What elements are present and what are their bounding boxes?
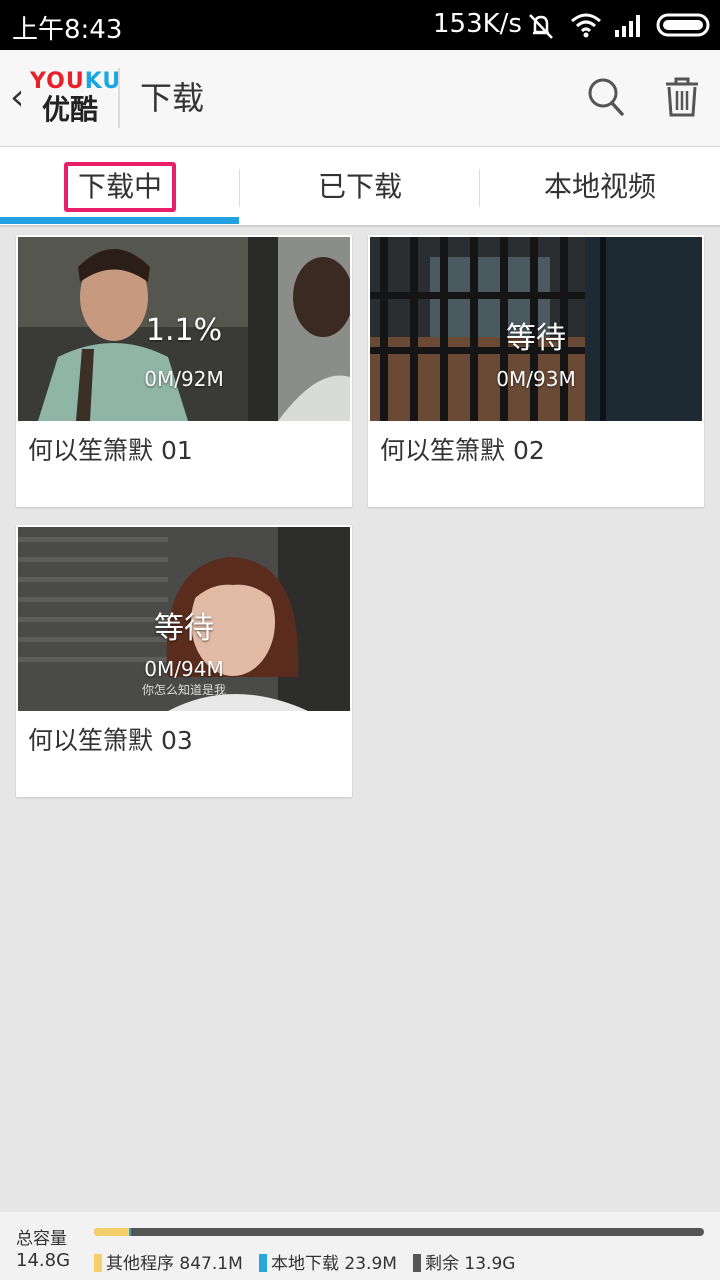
wifi-icon xyxy=(570,12,602,42)
video-card[interactable]: 1.1% 0M/92M 何以笙箫默 01 xyxy=(16,235,352,507)
storage-bar xyxy=(94,1228,704,1236)
signal-icon xyxy=(614,12,642,42)
download-status: 等待 xyxy=(154,611,214,646)
legend-swatch xyxy=(259,1254,267,1272)
legend-other: 其他程序 847.1M xyxy=(94,1249,243,1274)
back-icon[interactable]: ‹ xyxy=(10,80,24,116)
network-speed: 153K/s xyxy=(433,9,522,39)
legend-local: 本地下载 23.9M xyxy=(259,1249,397,1274)
tab-local-video[interactable]: 本地视频 xyxy=(480,147,720,225)
mute-vibrate-icon xyxy=(526,12,556,44)
legend-other-text: 其他程序 847.1M xyxy=(106,1254,243,1274)
video-title: 何以笙箫默 03 xyxy=(28,726,193,755)
legend-free: 剩余 13.9G xyxy=(413,1249,515,1274)
tab-downloaded[interactable]: 已下载 xyxy=(240,147,480,225)
tab-label: 本地视频 xyxy=(543,170,656,203)
logo-cn-text: 优酷 xyxy=(42,93,99,126)
download-size: 0M/93M xyxy=(496,367,576,391)
status-bar: 上午8:43 153K/s xyxy=(0,0,720,50)
video-subtitle: 你怎么知道是我 xyxy=(141,683,226,697)
storage-bar-local xyxy=(129,1228,131,1236)
download-status: 1.1% xyxy=(145,313,223,348)
video-card[interactable]: 等待 0M/94M 你怎么知道是我 何以笙箫默 03 xyxy=(16,525,352,797)
status-time: 上午8:43 xyxy=(12,15,123,45)
app-header: ‹ YOUKU 优酷 下载 xyxy=(0,50,720,147)
legend-swatch xyxy=(413,1254,421,1272)
legend-local-text: 本地下载 23.9M xyxy=(271,1254,397,1274)
tab-label: 下载中 xyxy=(63,162,176,212)
storage-bar-other xyxy=(94,1228,129,1236)
trash-icon[interactable] xyxy=(664,76,700,122)
video-title: 何以笙箫默 02 xyxy=(380,436,545,465)
tab-label: 已下载 xyxy=(317,170,402,203)
legend-free-text: 剩余 13.9G xyxy=(425,1254,516,1274)
storage-label: 总容量 xyxy=(16,1229,67,1249)
storage-footer: 总容量 14.8G 其他程序 847.1M 本地下载 23.9M 剩余 13.9… xyxy=(0,1212,720,1280)
video-thumbnail[interactable]: 等待 0M/94M 你怎么知道是我 xyxy=(18,527,350,711)
legend-swatch xyxy=(94,1254,102,1272)
tab-downloading[interactable]: 下载中 xyxy=(0,147,240,225)
download-size: 0M/92M xyxy=(144,367,224,391)
video-thumbnail[interactable]: 等待 0M/93M xyxy=(370,237,702,421)
storage-total: 14.8G xyxy=(16,1250,71,1271)
active-tab-indicator xyxy=(0,217,239,224)
download-status: 等待 xyxy=(506,321,566,356)
battery-icon xyxy=(656,12,710,42)
video-card[interactable]: 等待 0M/93M 何以笙箫默 02 xyxy=(368,235,704,507)
header-divider xyxy=(118,68,120,128)
video-thumbnail[interactable]: 1.1% 0M/92M xyxy=(18,237,350,421)
video-title: 何以笙箫默 01 xyxy=(28,436,193,465)
tab-bar: 下载中 已下载 本地视频 xyxy=(0,147,720,227)
youku-logo[interactable]: YOUKU xyxy=(30,70,121,94)
search-icon[interactable] xyxy=(586,76,626,122)
page-title: 下载 xyxy=(140,79,205,117)
download-size: 0M/94M xyxy=(144,657,224,681)
